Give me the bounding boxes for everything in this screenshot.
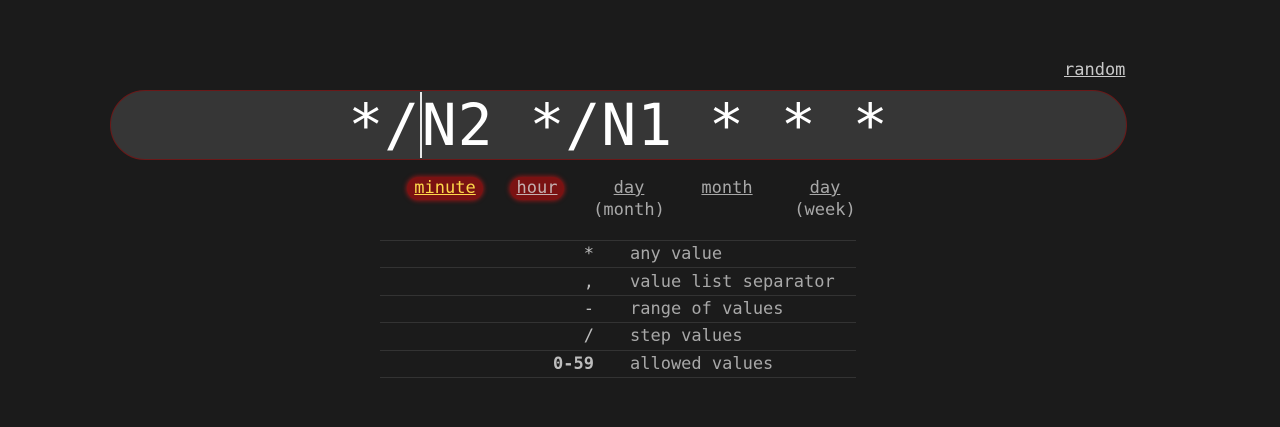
- table-row: * any value: [380, 240, 856, 268]
- legend-symbol: *: [583, 244, 594, 265]
- field-hour-name: hour: [509, 177, 565, 200]
- table-row: 0-59 allowed values: [380, 350, 856, 378]
- cron-text-before-caret: */: [348, 91, 421, 159]
- field-month-name: month: [701, 178, 753, 198]
- legend-symbol: -: [583, 298, 594, 319]
- table-row: - range of values: [380, 295, 856, 322]
- cron-expression-text[interactable]: */N2 */N1 * * *: [348, 91, 888, 159]
- legend-description: step values: [630, 326, 743, 347]
- table-row: , value list separator: [380, 267, 856, 295]
- legend-description: range of values: [630, 298, 784, 319]
- field-day-of-month[interactable]: day (month): [588, 177, 670, 221]
- field-day-of-month-sub: (month): [593, 200, 665, 220]
- field-hour[interactable]: hour: [500, 177, 574, 221]
- legend-symbol: /: [583, 326, 594, 347]
- field-day-of-week[interactable]: day (week): [784, 177, 866, 221]
- field-month[interactable]: month: [690, 177, 764, 221]
- field-minute[interactable]: minute: [404, 177, 486, 221]
- cron-expression-input[interactable]: */N2 */N1 * * *: [110, 90, 1127, 160]
- cron-field-labels: minute hour day (month) month day (week): [404, 177, 866, 221]
- legend-symbol: 0-59: [553, 353, 594, 374]
- cron-text-after-caret: N2 */N1 * * *: [421, 91, 889, 159]
- legend-description: any value: [630, 244, 723, 265]
- legend-description: allowed values: [630, 353, 774, 374]
- field-day-of-month-name: day: [613, 178, 645, 198]
- legend-symbol: ,: [583, 271, 594, 292]
- field-minute-name: minute: [407, 177, 483, 200]
- syntax-legend-table: * any value , value list separator - ran…: [380, 240, 856, 378]
- field-day-of-week-name: day: [809, 178, 841, 198]
- random-link[interactable]: random: [1064, 60, 1125, 80]
- table-row: / step values: [380, 322, 856, 350]
- field-day-of-week-sub: (week): [794, 200, 856, 220]
- legend-description: value list separator: [630, 271, 835, 292]
